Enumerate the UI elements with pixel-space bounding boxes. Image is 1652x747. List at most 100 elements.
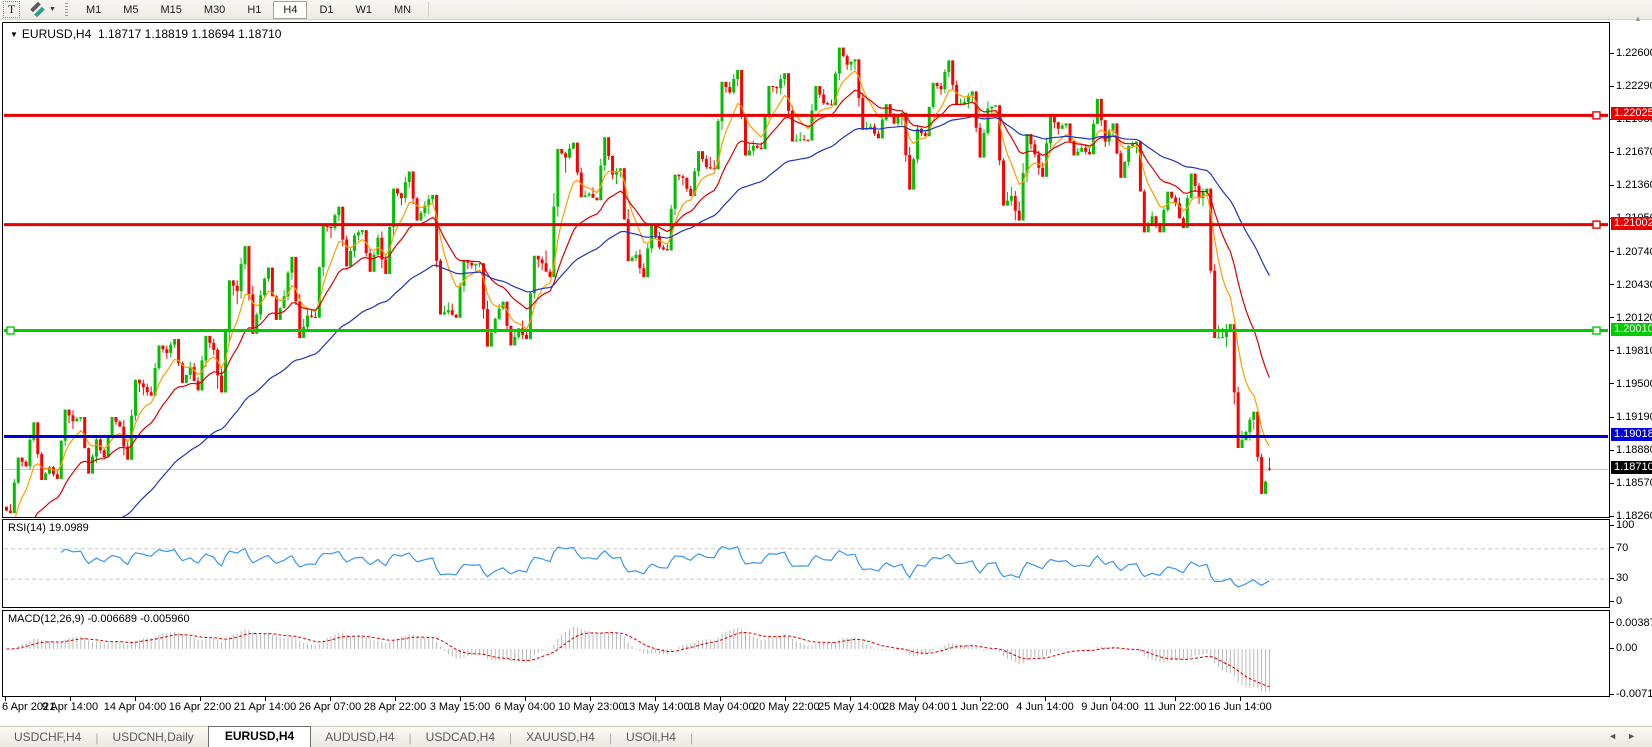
candle-body: [939, 86, 942, 89]
line-handle[interactable]: [7, 327, 14, 334]
candle-body: [912, 159, 915, 189]
main-chart-panel[interactable]: ▼EURUSD,H4 1.18717 1.18819 1.18694 1.187…: [2, 22, 1610, 518]
tab-scroll-right-button[interactable]: ►: [1627, 731, 1646, 741]
chart-tab-audusd-h4[interactable]: AUDUSD,H4: [311, 728, 408, 747]
candle-body: [689, 189, 692, 196]
candle-body: [795, 140, 798, 141]
candle-body: [173, 339, 176, 345]
macd-indicator-panel[interactable]: MACD(12,26,9) -0.006689 -0.005960: [2, 610, 1610, 697]
main-chart-canvas[interactable]: [4, 24, 1608, 517]
candle-body: [1237, 392, 1240, 448]
candle-body: [513, 337, 516, 346]
chart-tab-usdcad-h4[interactable]: USDCAD,H4: [412, 728, 509, 747]
chart-tab-eurusd-h4[interactable]: EURUSD,H4: [208, 726, 311, 747]
candle-body: [490, 333, 493, 347]
candle-body: [150, 392, 153, 395]
price-scale-marker-icon: ▲: [1634, 14, 1642, 23]
candle-body: [103, 450, 106, 457]
axis-tick-mark: [1610, 350, 1614, 351]
candle-body: [247, 246, 250, 294]
timeframe-button-m1[interactable]: M1: [76, 1, 111, 19]
candle-body: [533, 256, 536, 293]
axis-tick-mark: [1610, 516, 1614, 517]
colors-tool-button[interactable]: ▼: [30, 2, 56, 18]
timeframe-buttons: M1M5M15M30H1H4D1W1MN: [75, 1, 422, 19]
macd-axis-label: -0.007192: [1616, 688, 1652, 700]
candle-body: [1065, 123, 1068, 125]
chart-menu-icon[interactable]: ▼: [10, 30, 18, 39]
toolbar-grip[interactable]: [65, 3, 68, 17]
candle-body: [419, 213, 422, 220]
time-axis-label: 16 Jun 14:00: [1208, 701, 1272, 713]
candle-body: [95, 439, 98, 456]
time-axis-label: 1 Jun 22:00: [948, 701, 1012, 713]
timeframe-toolbar: T ▼ M1M5M15M30H1H4D1W1MN: [0, 0, 1652, 20]
chart-tab-xauusd-h4[interactable]: XAUUSD,H4: [512, 728, 609, 747]
chart-tab-usdcnh-daily[interactable]: USDCNH,Daily: [98, 728, 207, 747]
axis-tick-mark: [1610, 86, 1614, 87]
chart-tab-usoil-h4[interactable]: USOil,H4: [612, 728, 690, 747]
candle-body: [685, 178, 688, 189]
macd-signal-line: [7, 632, 1270, 686]
candle-body: [572, 143, 575, 149]
timeframe-button-m15[interactable]: M15: [151, 1, 192, 19]
time-axis-label: 9 Jun 04:00: [1078, 701, 1142, 713]
candle-body: [83, 417, 86, 448]
timeframe-button-d1[interactable]: D1: [309, 1, 343, 19]
candle-body: [392, 189, 395, 227]
rsi-indicator-panel[interactable]: RSI(14) 19.0989: [2, 519, 1610, 608]
candle-body: [1217, 337, 1220, 338]
candle-body: [232, 280, 235, 285]
candle-body: [595, 198, 598, 201]
chart-tab-usdchf-h4[interactable]: USDCHF,H4: [0, 728, 95, 747]
candle-body: [56, 474, 59, 479]
candle-body: [290, 257, 293, 273]
candle-body: [850, 61, 853, 64]
candle-body: [642, 268, 645, 277]
candle-body: [525, 335, 528, 339]
chart-ohlc-values: 1.18717 1.18819 1.18694 1.18710: [98, 27, 282, 41]
line-handle[interactable]: [1593, 221, 1600, 228]
candle-body: [470, 263, 473, 266]
time-axis-label: 28 Apr 22:00: [363, 701, 427, 713]
candle-body: [25, 462, 28, 466]
timeframe-button-h1[interactable]: H1: [237, 1, 271, 19]
timeframe-button-h4[interactable]: H4: [273, 1, 307, 19]
candle-body: [17, 458, 20, 483]
line-handle[interactable]: [1593, 327, 1600, 334]
candle-body: [975, 91, 978, 127]
candle-body: [885, 104, 888, 119]
candle-body: [1233, 324, 1236, 392]
chart-tab-bar: USDCHF,H4|USDCNH,DailyEURUSD,H4AUDUSD,H4…: [0, 726, 1652, 747]
rsi-canvas[interactable]: [4, 521, 1608, 607]
candle-body: [197, 381, 200, 390]
candle-body: [165, 349, 168, 353]
candle-body: [767, 86, 770, 114]
line-handle[interactable]: [1593, 112, 1600, 119]
timeframe-button-m5[interactable]: M5: [113, 1, 148, 19]
candle-body: [541, 260, 544, 264]
candle-body: [380, 238, 383, 260]
price-axis-label: 1.19810: [1616, 345, 1652, 357]
timeframe-button-m30[interactable]: M30: [194, 1, 235, 19]
candle-body: [486, 309, 489, 346]
candle-body: [853, 59, 856, 61]
tab-scroll-left-button[interactable]: ◄: [1608, 731, 1627, 741]
macd-axis-label: 0.003873: [1616, 617, 1652, 629]
candle-body: [396, 189, 399, 194]
candle-body: [1049, 116, 1052, 143]
timeframe-button-mn[interactable]: MN: [384, 1, 421, 19]
candle-body: [1037, 154, 1040, 167]
candle-body: [431, 195, 434, 199]
time-axis-label: 11 Jun 22:00: [1143, 701, 1207, 713]
timeframe-button-w1[interactable]: W1: [346, 1, 383, 19]
macd-canvas[interactable]: [4, 612, 1608, 697]
text-tool-button[interactable]: T: [3, 1, 20, 18]
candle-body: [564, 153, 567, 157]
candle-body: [646, 248, 649, 277]
candle-body: [498, 309, 501, 319]
candle-body: [697, 151, 700, 171]
candle-body: [631, 258, 634, 261]
candle-body: [314, 317, 317, 318]
candle-body: [208, 336, 211, 343]
